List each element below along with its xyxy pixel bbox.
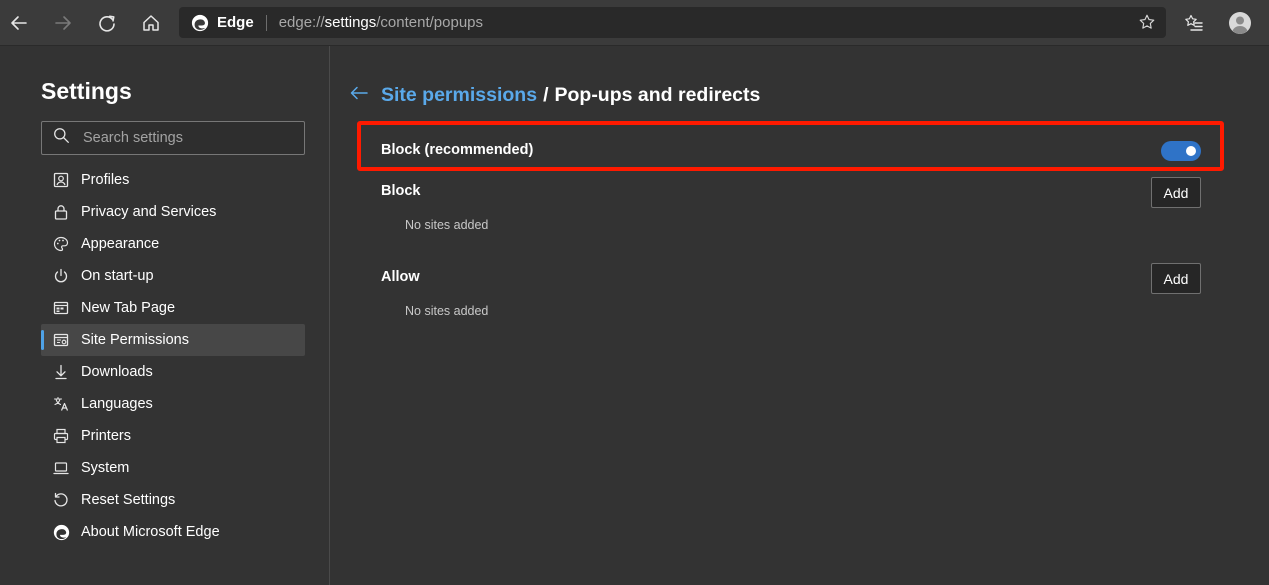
address-divider xyxy=(265,14,267,31)
favorites-list-icon[interactable] xyxy=(1178,7,1210,39)
breadcrumb: Site permissions / Pop-ups and redirects xyxy=(349,84,760,107)
breadcrumb-parent-link[interactable]: Site permissions xyxy=(381,84,537,107)
block-recommended-toggle[interactable] xyxy=(1161,141,1201,161)
sidebar-item-startup[interactable]: On start-up xyxy=(41,260,305,292)
home-icon[interactable] xyxy=(135,7,167,39)
address-url[interactable]: edge://settings/content/popups xyxy=(279,14,483,31)
sidebar-item-label: New Tab Page xyxy=(81,300,176,316)
sidebar-item-label: Privacy and Services xyxy=(81,204,217,220)
search-input[interactable] xyxy=(81,129,281,147)
sidebar-item-about-edge[interactable]: About Microsoft Edge xyxy=(41,516,305,548)
refresh-icon[interactable] xyxy=(91,7,123,39)
sidebar-item-languages[interactable]: Languages xyxy=(41,388,305,420)
allow-add-button[interactable]: Add xyxy=(1151,263,1201,294)
breadcrumb-separator: / xyxy=(543,84,549,106)
printer-icon xyxy=(52,427,70,445)
address-bar[interactable]: Edge edge://settings/content/popups xyxy=(179,7,1166,38)
settings-sidebar: Settings Profiles Privacy and Services A xyxy=(0,46,330,585)
sidebar-item-label: Profiles xyxy=(81,172,130,188)
address-brand: Edge xyxy=(217,14,254,31)
url-path: /content/popups xyxy=(376,14,484,31)
sidebar-item-label: Appearance xyxy=(81,236,160,252)
star-outline-icon[interactable] xyxy=(1138,13,1156,36)
languages-icon xyxy=(52,395,70,413)
edge-logo-icon xyxy=(191,14,209,32)
sidebar-item-appearance[interactable]: Appearance xyxy=(41,228,305,260)
sidebar-item-printers[interactable]: Printers xyxy=(41,420,305,452)
profile-card-icon xyxy=(52,171,70,189)
power-icon xyxy=(52,267,70,285)
sidebar-item-privacy[interactable]: Privacy and Services xyxy=(41,196,305,228)
sidebar-item-label: Printers xyxy=(81,428,131,444)
page-title: Pop-ups and redirects xyxy=(554,84,761,106)
sidebar-item-label: On start-up xyxy=(81,268,154,284)
sidebar-item-label: About Microsoft Edge xyxy=(81,524,220,540)
sidebar-item-label: Site Permissions xyxy=(81,332,189,348)
edge-logo-icon xyxy=(52,523,70,541)
profile-avatar-icon[interactable] xyxy=(1224,7,1256,39)
search-icon xyxy=(53,127,70,149)
arrow-right-icon[interactable] xyxy=(47,7,79,39)
sidebar-item-site-permissions[interactable]: Site Permissions xyxy=(41,324,305,356)
sidebar-nav: Profiles Privacy and Services Appearance… xyxy=(41,164,305,548)
sidebar-item-label: Downloads xyxy=(81,364,153,380)
sidebar-item-label: Reset Settings xyxy=(81,492,176,508)
laptop-icon xyxy=(52,459,70,477)
sidebar-item-downloads[interactable]: Downloads xyxy=(41,356,305,388)
sidebar-item-profiles[interactable]: Profiles xyxy=(41,164,305,196)
block-empty-text: No sites added xyxy=(405,218,489,232)
sidebar-title: Settings xyxy=(41,78,132,104)
site-permissions-icon xyxy=(52,331,70,349)
allow-empty-text: No sites added xyxy=(405,304,489,318)
arrow-left-icon[interactable] xyxy=(3,7,35,39)
block-recommended-label: Block (recommended) xyxy=(381,142,534,158)
toggle-knob xyxy=(1186,146,1196,156)
new-tab-icon xyxy=(52,299,70,317)
browser-toolbar: Edge edge://settings/content/popups xyxy=(0,0,1269,46)
main-content: Site permissions / Pop-ups and redirects… xyxy=(331,46,1269,585)
sidebar-item-label: Languages xyxy=(81,396,153,412)
sidebar-item-reset-settings[interactable]: Reset Settings xyxy=(41,484,305,516)
lock-icon xyxy=(52,203,70,221)
sidebar-item-new-tab-page[interactable]: New Tab Page xyxy=(41,292,305,324)
sidebar-item-label: System xyxy=(81,460,130,476)
back-arrow-icon[interactable] xyxy=(349,84,369,107)
url-host: settings xyxy=(324,14,377,31)
sidebar-item-system[interactable]: System xyxy=(41,452,305,484)
block-add-button[interactable]: Add xyxy=(1151,177,1201,208)
reset-icon xyxy=(52,491,70,509)
url-scheme: edge:// xyxy=(278,14,325,31)
block-section-title: Block xyxy=(381,183,421,199)
search-box[interactable] xyxy=(41,121,305,155)
allow-section-title: Allow xyxy=(381,269,420,285)
palette-icon xyxy=(52,235,70,253)
download-icon xyxy=(52,363,70,381)
